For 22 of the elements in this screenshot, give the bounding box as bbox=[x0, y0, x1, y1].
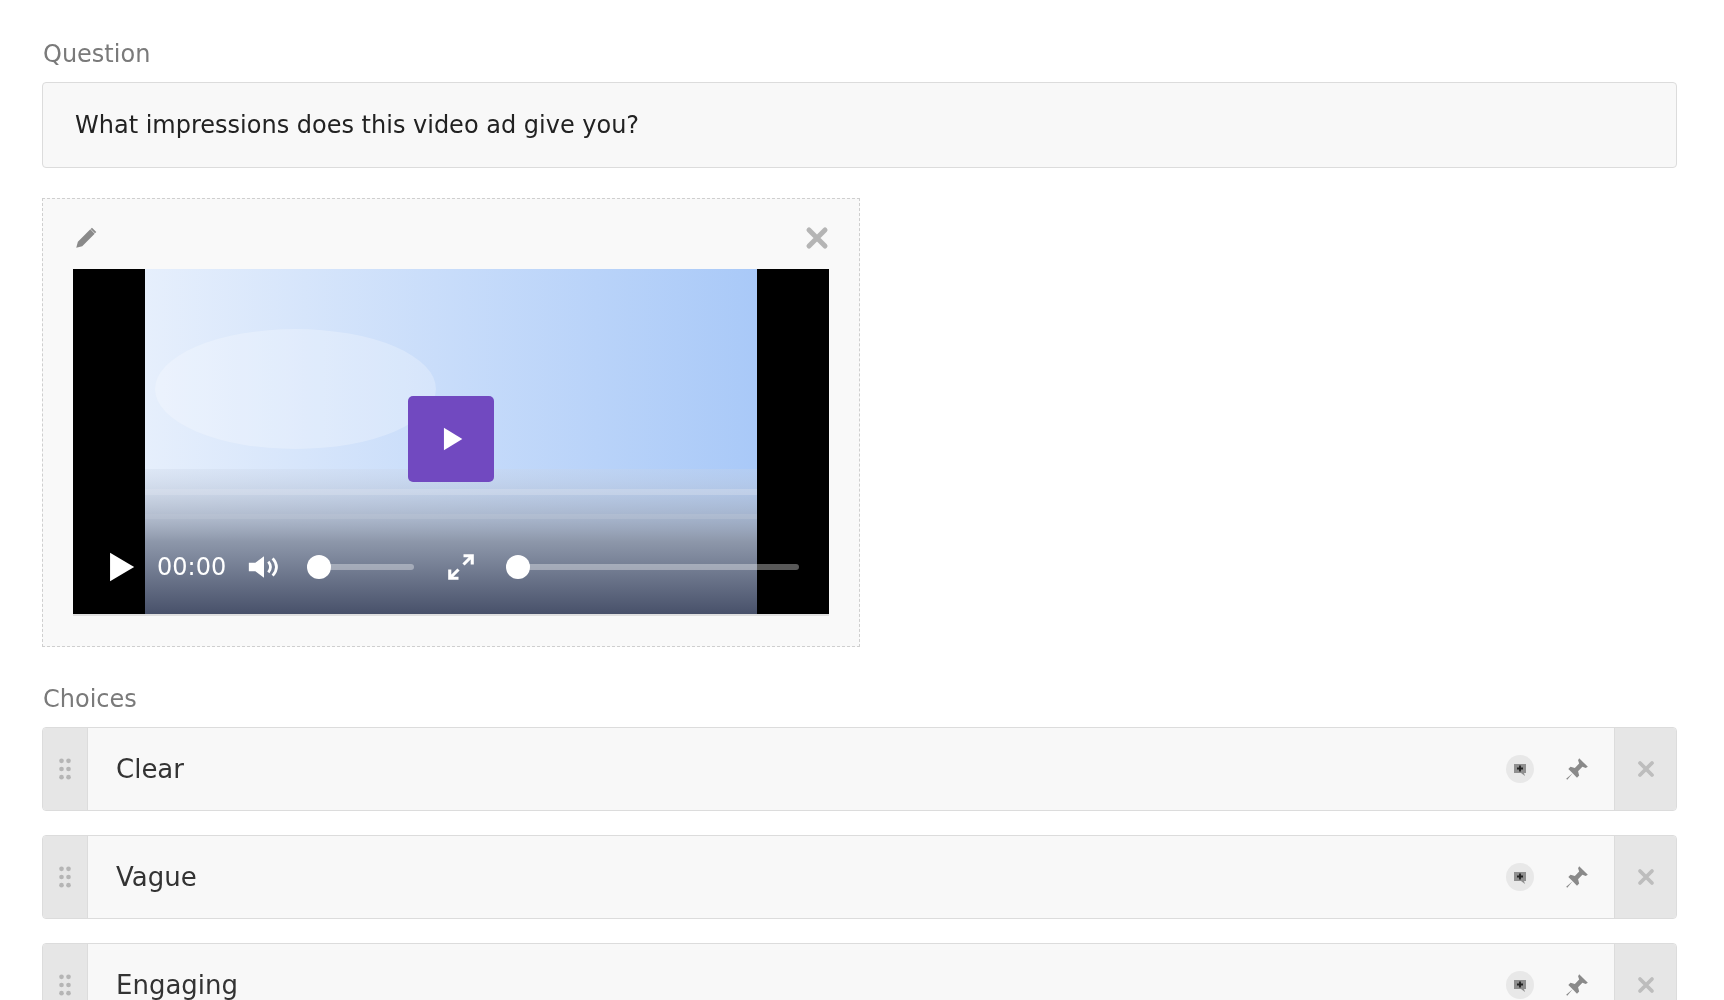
close-icon bbox=[1636, 976, 1655, 994]
close-icon[interactable] bbox=[805, 226, 829, 250]
choice-text: Clear bbox=[115, 754, 185, 784]
question-field[interactable]: What impressions does this video ad give you? bbox=[42, 82, 1677, 168]
pin-icon[interactable] bbox=[1564, 756, 1590, 782]
choice-text: Vague bbox=[115, 862, 198, 892]
add-comment-icon[interactable] bbox=[1506, 863, 1534, 891]
choice-text: Engaging bbox=[115, 970, 240, 1000]
play-button[interactable] bbox=[408, 396, 494, 482]
fullscreen-icon[interactable] bbox=[446, 552, 477, 582]
time-display: 00:00 bbox=[157, 553, 227, 581]
add-comment-icon[interactable] bbox=[1506, 755, 1534, 783]
edit-icon[interactable] bbox=[73, 225, 99, 251]
pin-icon[interactable] bbox=[1564, 864, 1590, 890]
drag-handle[interactable] bbox=[43, 836, 88, 918]
close-icon bbox=[1636, 760, 1655, 778]
drag-handle[interactable] bbox=[43, 728, 88, 810]
question-label: Question bbox=[43, 40, 152, 68]
close-icon bbox=[1636, 868, 1655, 886]
choices-label: Choices bbox=[43, 685, 138, 713]
add-comment-icon[interactable] bbox=[1506, 971, 1534, 999]
pin-icon[interactable] bbox=[1564, 972, 1590, 998]
